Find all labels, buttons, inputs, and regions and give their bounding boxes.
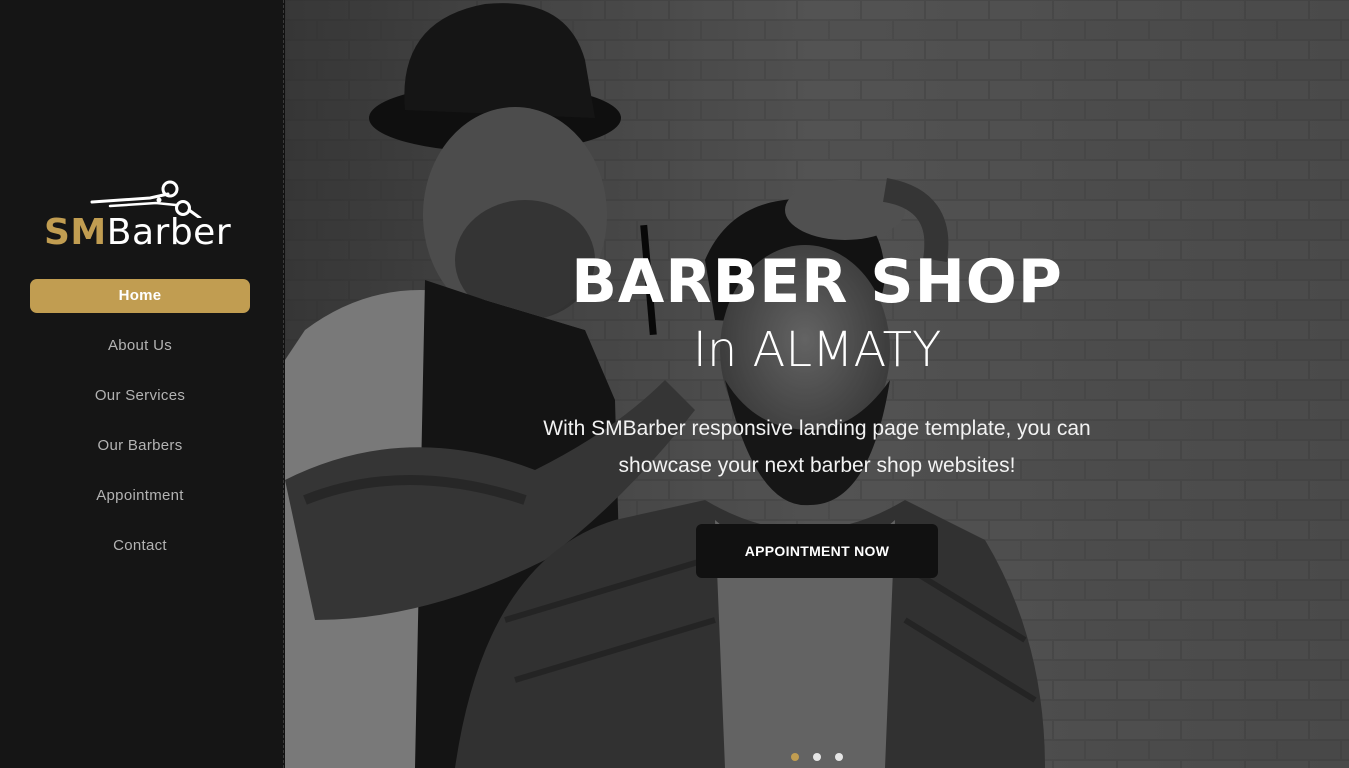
slider-dot-2[interactable]	[813, 753, 821, 761]
slider-dot-1[interactable]	[791, 753, 799, 761]
nav-item-appointment[interactable]: Appointment	[30, 479, 250, 513]
hero-description: With SMBarber responsive landing page te…	[543, 417, 1091, 477]
hero-title: BARBER SHOP	[571, 247, 1063, 317]
hero-slider: BARBER SHOP In ALMATY With SMBarber resp…	[285, 0, 1349, 768]
hero-subtitle: In ALMATY	[692, 322, 942, 378]
slider-dot-3[interactable]	[835, 753, 843, 761]
nav-item-home[interactable]: Home	[30, 279, 250, 313]
nav-item-our-barbers[interactable]: Our Barbers	[30, 429, 250, 463]
nav-item-about-us[interactable]: About Us	[30, 329, 250, 363]
hero-content: BARBER SHOP In ALMATY With SMBarber resp…	[285, 0, 1349, 768]
page: SMBarber Home About Us Our Services Our …	[0, 0, 1349, 768]
main-nav: Home About Us Our Services Our Barbers A…	[30, 279, 250, 579]
logo-text-accent: SM	[44, 212, 107, 253]
slider-pagination	[791, 748, 857, 761]
sidebar: SMBarber Home About Us Our Services Our …	[0, 0, 284, 768]
appointment-now-button[interactable]: APPOINTMENT NOW	[696, 524, 938, 578]
nav-item-contact[interactable]: Contact	[30, 529, 250, 563]
logo[interactable]: SMBarber	[44, 178, 244, 254]
logo-wordmark: SMBarber	[44, 212, 231, 254]
logo-text-main: Barber	[106, 212, 232, 253]
nav-item-our-services[interactable]: Our Services	[30, 379, 250, 413]
